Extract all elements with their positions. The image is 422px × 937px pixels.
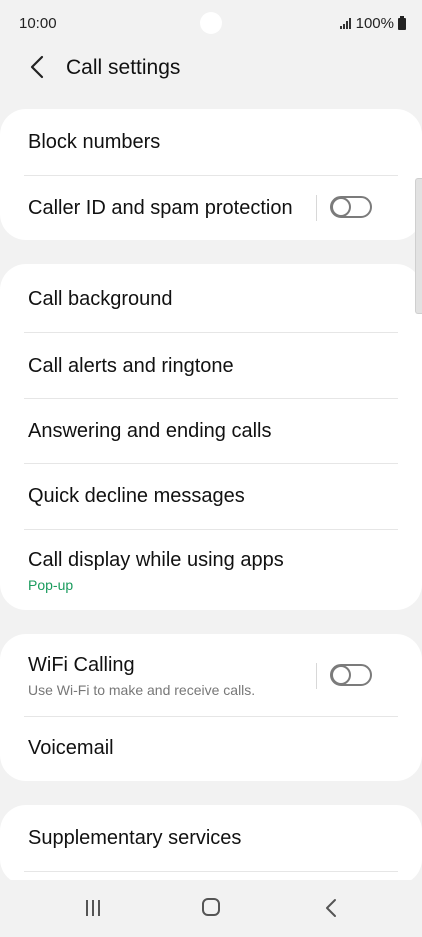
setting-voicemail[interactable]: Voicemail [0, 716, 422, 781]
setting-label: Voicemail [28, 737, 114, 759]
setting-sublabel: Pop-up [28, 577, 74, 593]
chevron-left-icon[interactable] [26, 54, 52, 80]
toggle-separator [316, 195, 317, 221]
setting-label: Call display while using apps [28, 549, 284, 571]
caller-id-toggle[interactable] [316, 193, 390, 223]
setting-quick-decline[interactable]: Quick decline messages [0, 463, 422, 529]
page-title: Call settings [66, 56, 181, 79]
navigation-bar [0, 880, 422, 937]
nav-back-icon[interactable] [322, 898, 340, 918]
setting-call-alerts[interactable]: Call alerts and ringtone [0, 332, 422, 398]
setting-supplementary-services[interactable]: Supplementary services [0, 805, 422, 871]
scrollbar[interactable] [415, 178, 422, 314]
setting-label: WiFi Calling [28, 654, 135, 676]
home-icon[interactable] [202, 898, 220, 916]
setting-label: Call alerts and ringtone [28, 355, 234, 377]
toggle-knob [331, 197, 351, 217]
app-bar: Call settings [0, 44, 422, 92]
settings-card-supplementary: Supplementary services [0, 805, 422, 885]
divider [24, 871, 398, 872]
wifi-calling-toggle[interactable] [316, 661, 390, 691]
setting-sublabel: Use Wi-Fi to make and receive calls. [28, 682, 256, 698]
toggle-track [330, 196, 372, 218]
camera-cutout [200, 12, 222, 34]
setting-label: Caller ID and spam protection [28, 197, 293, 219]
toggle-separator [316, 663, 317, 689]
setting-call-display[interactable]: Call display while using apps Pop-up [0, 529, 422, 610]
status-bar: 10:00 100% [0, 0, 422, 48]
setting-answering-ending[interactable]: Answering and ending calls [0, 398, 422, 463]
signal-icon [339, 18, 352, 29]
setting-label: Answering and ending calls [28, 420, 272, 442]
setting-caller-id[interactable]: Caller ID and spam protection [0, 175, 422, 240]
settings-card-blocking: Block numbers Caller ID and spam protect… [0, 109, 422, 240]
settings-card-calls: Call background Call alerts and ringtone… [0, 264, 422, 610]
setting-label: Supplementary services [28, 827, 242, 849]
toggle-knob [331, 665, 351, 685]
status-time: 10:00 [19, 15, 57, 32]
setting-call-background[interactable]: Call background [0, 264, 422, 332]
recent-apps-icon[interactable] [84, 899, 102, 917]
settings-card-wifi: WiFi Calling Use Wi-Fi to make and recei… [0, 634, 422, 781]
setting-label: Block numbers [28, 131, 161, 153]
setting-label: Quick decline messages [28, 485, 245, 507]
status-indicators: 100% [339, 15, 406, 32]
setting-wifi-calling[interactable]: WiFi Calling Use Wi-Fi to make and recei… [0, 634, 422, 716]
setting-label: Call background [28, 288, 173, 310]
toggle-track [330, 664, 372, 686]
battery-icon [398, 15, 406, 30]
battery-percent: 100% [355, 15, 394, 32]
setting-block-numbers[interactable]: Block numbers [0, 109, 422, 175]
